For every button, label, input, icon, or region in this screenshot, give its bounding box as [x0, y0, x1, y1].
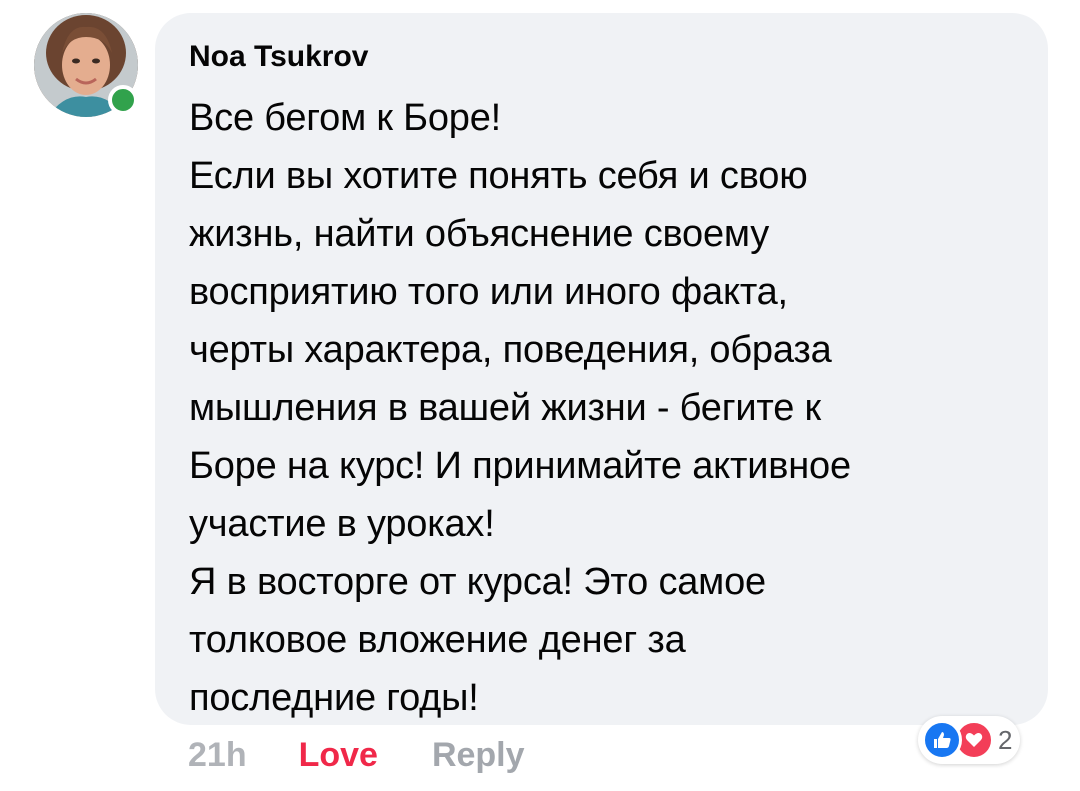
reaction-summary[interactable]: 2 — [918, 716, 1021, 764]
reply-button[interactable]: Reply — [432, 736, 525, 775]
online-status-dot — [108, 85, 138, 115]
comment-timestamp[interactable]: 21h — [188, 736, 247, 775]
comment-actions: 21h Love Reply — [188, 732, 525, 778]
like-icon — [922, 720, 962, 760]
comment-author[interactable]: Noa Tsukrov — [189, 39, 1014, 79]
comment-bubble: Noa Tsukrov Все бегом к Боре! Если вы хо… — [155, 13, 1048, 725]
love-button[interactable]: Love — [299, 736, 378, 775]
comment-text: Все бегом к Боре! Если вы хотите понять … — [189, 97, 851, 719]
reaction-count: 2 — [998, 725, 1013, 755]
